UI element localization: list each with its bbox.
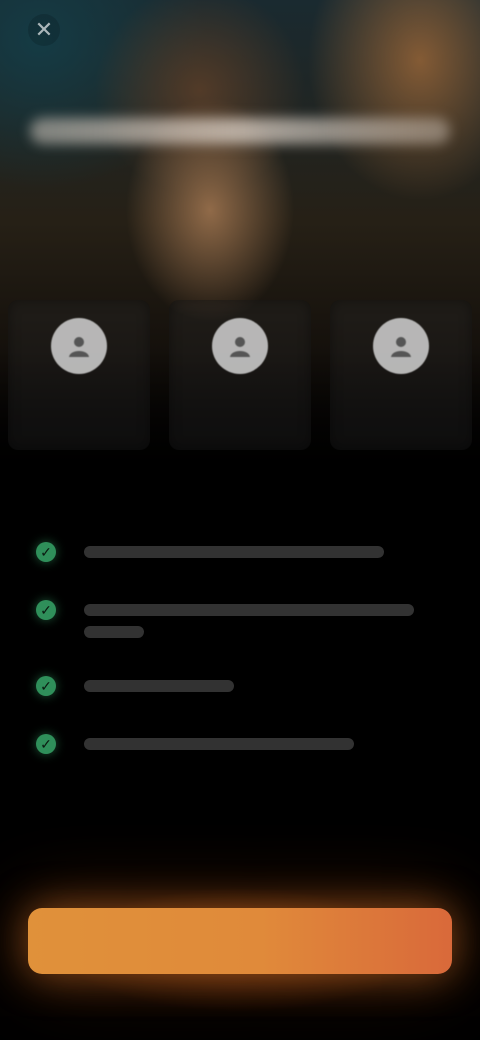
- feature-text-placeholder: [84, 738, 354, 750]
- feature-text-placeholder: [84, 626, 144, 638]
- feature-item-1: ✓: [36, 540, 444, 562]
- plan-options: [8, 300, 472, 450]
- plan-option-1[interactable]: [8, 300, 150, 450]
- close-icon: ✕: [34, 17, 54, 42]
- feature-item-2: ✓: [36, 598, 444, 638]
- plan-option-2[interactable]: [169, 300, 311, 450]
- feature-text-placeholder: [84, 680, 234, 692]
- avatar-icon: [373, 318, 429, 374]
- feature-item-4: ✓: [36, 732, 444, 754]
- check-icon: ✓: [36, 542, 56, 562]
- subscribe-button[interactable]: [28, 908, 452, 974]
- check-icon: ✓: [36, 734, 56, 754]
- close-button[interactable]: ✕: [28, 14, 60, 46]
- feature-item-3: ✓: [36, 674, 444, 696]
- feature-text-placeholder: [84, 604, 414, 616]
- check-icon: ✓: [36, 676, 56, 696]
- feature-list: ✓ ✓ ✓ ✓: [36, 540, 444, 790]
- hero-light-streak: [30, 118, 450, 144]
- plan-option-3[interactable]: [330, 300, 472, 450]
- avatar-icon: [212, 318, 268, 374]
- paywall-screen: ✕ ✓ ✓ ✓ ✓: [0, 0, 480, 1040]
- avatar-icon: [51, 318, 107, 374]
- terms-text[interactable]: [110, 998, 370, 1012]
- feature-text-placeholder: [84, 546, 384, 558]
- check-icon: ✓: [36, 600, 56, 620]
